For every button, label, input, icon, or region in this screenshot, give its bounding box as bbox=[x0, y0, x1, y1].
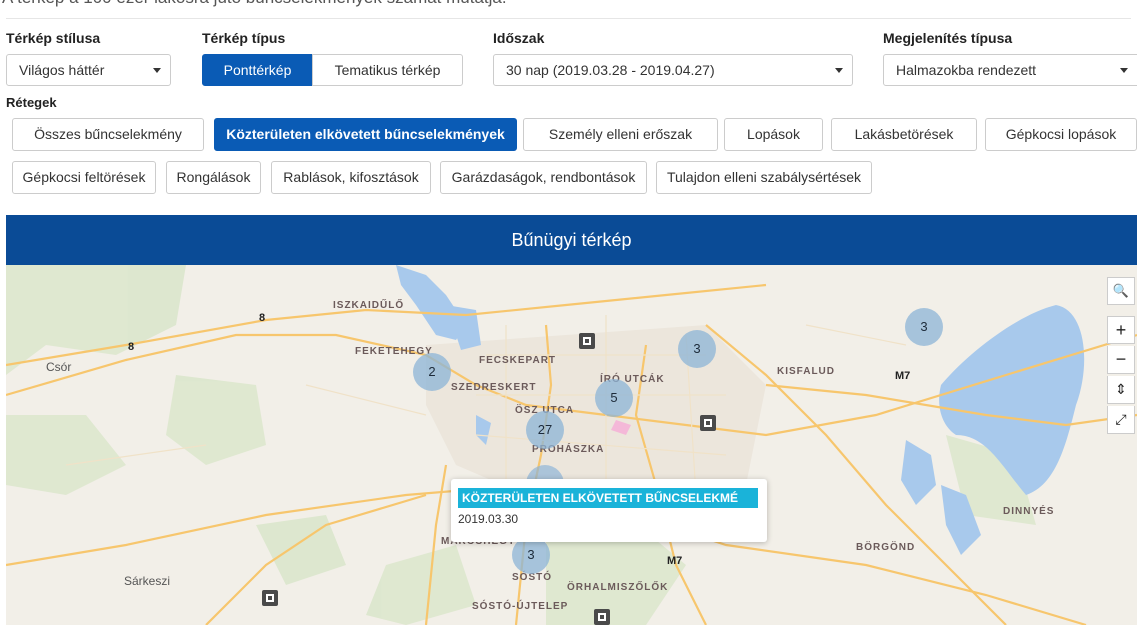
chevron-down-icon bbox=[1120, 68, 1128, 73]
place-label: SZEDRESKERT bbox=[451, 382, 537, 393]
map-type-thematic-button[interactable]: Tematikus térkép bbox=[312, 54, 463, 86]
road-number: M7 bbox=[895, 370, 911, 382]
popup-title: KÖZTERÜLETEN ELKÖVETETT BŰNCSELEKMÉ bbox=[458, 488, 758, 508]
place-label: Csór bbox=[46, 360, 72, 374]
layer-car-thefts[interactable]: Gépkocsi lopások bbox=[985, 118, 1137, 151]
divider bbox=[6, 18, 1131, 19]
crime-cluster[interactable]: 3 bbox=[905, 308, 943, 346]
layer-public-crimes[interactable]: Közterületen elkövetett bűncselekmények bbox=[214, 118, 517, 151]
layer-car-breakins[interactable]: Gépkocsi feltörések bbox=[12, 161, 156, 194]
chevron-down-icon bbox=[153, 68, 161, 73]
map-popup[interactable]: KÖZTERÜLETEN ELKÖVETETT BŰNCSELEKMÉ 2019… bbox=[451, 479, 767, 542]
map-style-select[interactable]: Világos háttér bbox=[6, 54, 171, 86]
place-label: KISFALUD bbox=[777, 366, 835, 377]
crime-cluster[interactable]: 2 bbox=[413, 353, 451, 391]
layer-thefts[interactable]: Lopások bbox=[724, 118, 823, 151]
place-label: DINNYÉS bbox=[1003, 506, 1055, 517]
map-type-label: Térkép típus bbox=[202, 30, 286, 46]
police-station-icon[interactable] bbox=[700, 415, 716, 431]
place-label: ÖRHALMISZŐLŐK bbox=[567, 582, 669, 593]
crime-cluster[interactable]: 5 bbox=[595, 379, 633, 417]
layer-property-offences[interactable]: Tulajdon elleni szabálysértések bbox=[656, 161, 872, 194]
search-icon[interactable]: 🔍 bbox=[1107, 277, 1135, 305]
layer-vandalism[interactable]: Rongálások bbox=[166, 161, 261, 194]
layer-violence[interactable]: Személy elleni erőszak bbox=[523, 118, 718, 151]
road-number: 8 bbox=[259, 312, 266, 324]
layer-all-crimes[interactable]: Összes bűncselekmény bbox=[12, 118, 204, 151]
police-station-icon[interactable] bbox=[579, 333, 595, 349]
period-label: Időszak bbox=[493, 30, 545, 46]
crime-map[interactable]: Csór Sárkeszi ISZKAIDŰLŐ FEKETEHEGY FECS… bbox=[6, 265, 1137, 625]
layer-disorderly[interactable]: Garázdaságok, rendbontások bbox=[440, 161, 647, 194]
zoom-in-button[interactable]: + bbox=[1107, 316, 1135, 344]
map-style-value: Világos háttér bbox=[19, 62, 105, 78]
display-type-value: Halmazokba rendezett bbox=[896, 62, 1037, 78]
place-label: SÓSTÓ-ÚJTELEP bbox=[472, 601, 569, 612]
layer-burglaries[interactable]: Lakásbetörések bbox=[831, 118, 977, 151]
chevron-down-icon bbox=[835, 68, 843, 73]
road-number: 8 bbox=[128, 341, 135, 353]
crime-cluster[interactable]: 27 bbox=[526, 411, 564, 449]
display-type-label: Megjelenítés típusa bbox=[883, 30, 1013, 46]
crime-cluster[interactable]: 3 bbox=[678, 330, 716, 368]
map-title: Bűnügyi térkép bbox=[6, 215, 1137, 265]
layers-label: Rétegek bbox=[6, 95, 57, 110]
fullscreen-icon[interactable]: ⤢ bbox=[1107, 406, 1135, 434]
road-number: M7 bbox=[667, 555, 683, 567]
place-label: Sárkeszi bbox=[124, 574, 171, 588]
layer-robberies[interactable]: Rablások, kifosztások bbox=[271, 161, 431, 194]
period-value: 30 nap (2019.03.28 - 2019.04.27) bbox=[506, 62, 715, 78]
place-label: ISZKAIDŰLŐ bbox=[333, 300, 405, 311]
intro-text: A térkép a 100 ezer lakosra jutó bűncsel… bbox=[2, 0, 507, 8]
display-type-select[interactable]: Halmazokba rendezett bbox=[883, 54, 1137, 86]
map-type-point-button[interactable]: Ponttérkép bbox=[202, 54, 313, 86]
police-station-icon[interactable] bbox=[262, 590, 278, 606]
place-label: FECSKEPART bbox=[479, 355, 557, 366]
period-select[interactable]: 30 nap (2019.03.28 - 2019.04.27) bbox=[493, 54, 853, 86]
map-style-label: Térkép stílusa bbox=[6, 30, 101, 46]
popup-date: 2019.03.30 bbox=[458, 512, 519, 526]
place-label: BÖRGÖND bbox=[856, 542, 916, 553]
zoom-out-button[interactable]: − bbox=[1107, 346, 1135, 374]
police-station-icon[interactable] bbox=[594, 609, 610, 625]
compass-icon[interactable]: ⇕ bbox=[1107, 376, 1135, 404]
